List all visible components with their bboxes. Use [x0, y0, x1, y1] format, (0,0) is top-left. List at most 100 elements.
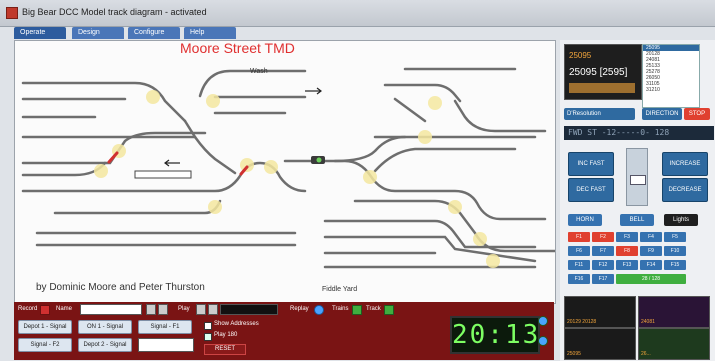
loco-list-item[interactable]: 31210 — [643, 87, 699, 93]
dec-fast-button[interactable]: DEC FAST — [568, 178, 614, 202]
credits-text: by Dominic Moore and Peter Thurston — [36, 282, 205, 293]
direction-button[interactable]: DIRECTION — [642, 108, 682, 120]
track-segment — [213, 95, 307, 115]
track-segment — [21, 161, 107, 177]
increase-button[interactable]: INCREASE — [662, 152, 708, 176]
reset-button[interactable]: RESET — [204, 344, 246, 355]
track-segment — [183, 69, 307, 139]
record-save-button[interactable] — [146, 304, 156, 315]
function-key-f14[interactable]: F14 — [640, 260, 662, 270]
record-label: Record — [18, 306, 38, 312]
signal-button-depot-2[interactable]: Depot 2 - Signal — [78, 338, 132, 352]
loco-thumbnail[interactable]: 24081 — [638, 296, 710, 328]
point-marker — [240, 158, 254, 172]
record-delete-button[interactable] — [158, 304, 168, 315]
tab-configure[interactable]: Configure — [128, 27, 180, 39]
tab-operate[interactable]: Operate — [14, 27, 66, 39]
replay-toggle[interactable] — [314, 305, 324, 315]
play-stop-button[interactable] — [208, 304, 218, 315]
record-button[interactable] — [40, 305, 50, 315]
show-addresses-label: Show Addresses — [214, 321, 259, 327]
lights-button[interactable]: Lights — [664, 214, 698, 226]
point-marker — [94, 164, 108, 178]
function-key-f17[interactable]: F17 — [592, 274, 614, 284]
function-key-f15[interactable]: F15 — [664, 260, 686, 270]
track-diagram-canvas[interactable] — [14, 40, 557, 304]
play-label: Play — [178, 306, 190, 312]
function-key-f7[interactable]: F7 — [592, 246, 614, 256]
function-key-f13[interactable]: F13 — [616, 260, 638, 270]
track-segment — [333, 135, 407, 163]
loco-number-main: 25095 [2595] — [569, 67, 628, 78]
label-fiddle-yard: Fiddle Yard — [322, 286, 358, 293]
inc-fast-button[interactable]: INC FAST — [568, 152, 614, 176]
loco-thumbnail[interactable]: 25095 — [564, 328, 636, 360]
loco-display: 25095 25095 [2595] — [564, 44, 642, 100]
app-icon — [6, 7, 18, 19]
point-marker — [206, 94, 220, 108]
speed-slider[interactable] — [626, 148, 648, 206]
function-key-f8[interactable]: F8 — [616, 246, 638, 256]
loco-list[interactable]: 25095 20128 24081 25133 25278 26050 3110… — [642, 44, 700, 108]
point-marker — [146, 90, 160, 104]
function-key-f5[interactable]: F5 — [664, 232, 686, 242]
track-segment — [193, 135, 237, 175]
track-segment — [283, 159, 547, 221]
point-marker — [264, 160, 278, 174]
trains-toggle[interactable] — [352, 305, 362, 315]
show-addresses-checkbox[interactable] — [204, 322, 212, 330]
tab-help[interactable]: Help — [184, 27, 236, 39]
function-key-f3[interactable]: F3 — [616, 232, 638, 242]
track-segment — [53, 199, 222, 215]
function-key-f6[interactable]: F6 — [568, 246, 590, 256]
trains-label: Trains — [332, 306, 349, 312]
track-label: Track — [366, 306, 381, 312]
speed-steps-button[interactable]: 28 / 128 — [616, 274, 686, 284]
loco-thumbnail[interactable]: 26... — [638, 328, 710, 360]
point-marker — [363, 170, 377, 184]
loco-thumbnail[interactable]: 20129 20128 — [564, 296, 636, 328]
title-bar: Big Bear DCC Model track diagram - activ… — [0, 0, 715, 27]
window-title: Big Bear DCC Model track diagram - activ… — [22, 7, 207, 17]
track-segment — [453, 99, 547, 133]
function-key-f4[interactable]: F4 — [640, 232, 662, 242]
signal-button-f2[interactable]: Signal - F2 — [18, 338, 72, 352]
track-toggle[interactable] — [384, 305, 394, 315]
loco-thumbnail-label: 25095 — [567, 351, 581, 357]
tab-design[interactable]: Design — [72, 27, 124, 39]
loco-number-small: 25095 — [569, 51, 592, 60]
function-key-f12[interactable]: F12 — [592, 260, 614, 270]
name-label: Name — [56, 306, 73, 312]
function-key-f16[interactable]: F16 — [568, 274, 590, 284]
train-marker — [134, 170, 192, 179]
loco-select[interactable]: D'Resolution — [564, 108, 635, 120]
function-key-f9[interactable]: F9 — [640, 246, 662, 256]
signal-select[interactable] — [138, 338, 194, 352]
point-marker — [208, 200, 222, 214]
point-marker — [418, 130, 432, 144]
clock-slower-button[interactable] — [538, 336, 548, 346]
signal-button-f1[interactable]: Signal - F1 — [138, 320, 192, 334]
signal-button-depot-1[interactable]: Depot 1 - Signal — [18, 320, 72, 334]
play-180-label: Play 180 — [214, 332, 238, 338]
function-key-f1[interactable]: F1 — [568, 232, 590, 242]
function-key-f10[interactable]: F10 — [664, 246, 686, 256]
point-marker — [448, 200, 462, 214]
loco-thumbnail-label: 24081 — [641, 319, 655, 325]
function-key-f2[interactable]: F2 — [592, 232, 614, 242]
horn-button[interactable]: HORN — [568, 214, 602, 226]
speed-slider-knob[interactable] — [630, 175, 646, 185]
clock-faster-button[interactable] — [538, 316, 548, 326]
track-segment — [323, 235, 537, 263]
play-button[interactable] — [196, 304, 206, 315]
play-180-checkbox[interactable] — [204, 333, 212, 341]
stop-button[interactable]: STOP — [684, 108, 710, 120]
decrease-button[interactable]: DECREASE — [662, 178, 708, 202]
function-key-f11[interactable]: F11 — [568, 260, 590, 270]
clock-display: 20:13 — [450, 316, 540, 354]
bell-button[interactable]: BELL — [620, 214, 654, 226]
signal-button-on-1[interactable]: ON 1 - Signal — [78, 320, 132, 334]
track-segment — [21, 81, 187, 123]
loco-thumbnail-label: 20129 20128 — [567, 319, 597, 325]
name-input[interactable] — [80, 304, 142, 315]
